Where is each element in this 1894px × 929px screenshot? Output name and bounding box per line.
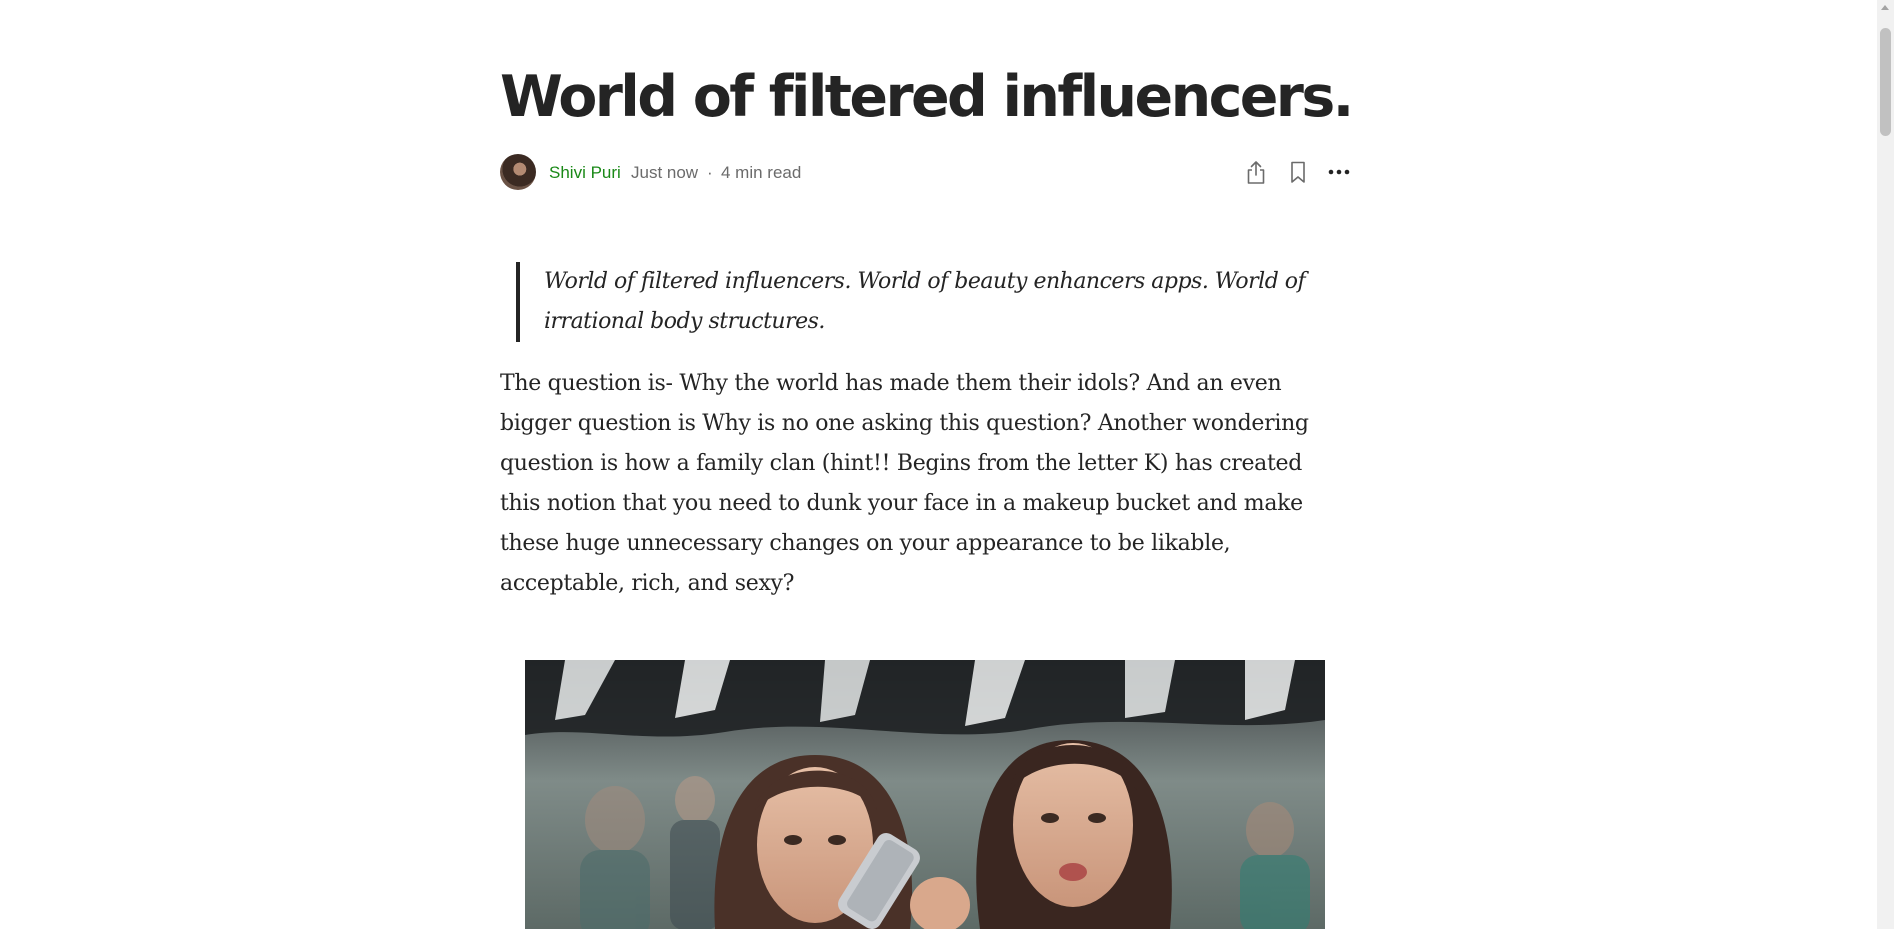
article-meta: Shivi Puri Just now · 4 min read — [500, 152, 1360, 192]
bookmark-icon — [1291, 161, 1305, 183]
bookmark-button[interactable] — [1284, 158, 1312, 186]
article-title: World of filtered influencers. — [500, 64, 1354, 130]
share-button[interactable] — [1242, 158, 1270, 186]
author-avatar[interactable] — [500, 154, 536, 190]
author-name-link[interactable]: Shivi Puri — [549, 163, 621, 183]
article-paragraph: The question is- Why the world has made … — [500, 371, 1309, 596]
page-scrollbar[interactable] — [1877, 0, 1894, 929]
share-icon — [1247, 161, 1265, 184]
scroll-up-icon[interactable] — [1881, 5, 1889, 10]
pull-quote: World of filtered influencers. World of … — [516, 262, 1374, 342]
publish-time: Just now — [631, 163, 699, 182]
more-options-button[interactable] — [1325, 158, 1353, 186]
scrollbar-thumb[interactable] — [1880, 28, 1891, 136]
article-photo — [525, 660, 1325, 929]
more-options-icon — [1328, 169, 1350, 175]
article-photo-image — [525, 660, 1325, 929]
read-time: 4 min read — [721, 163, 802, 182]
meta-separator: · — [707, 163, 713, 182]
